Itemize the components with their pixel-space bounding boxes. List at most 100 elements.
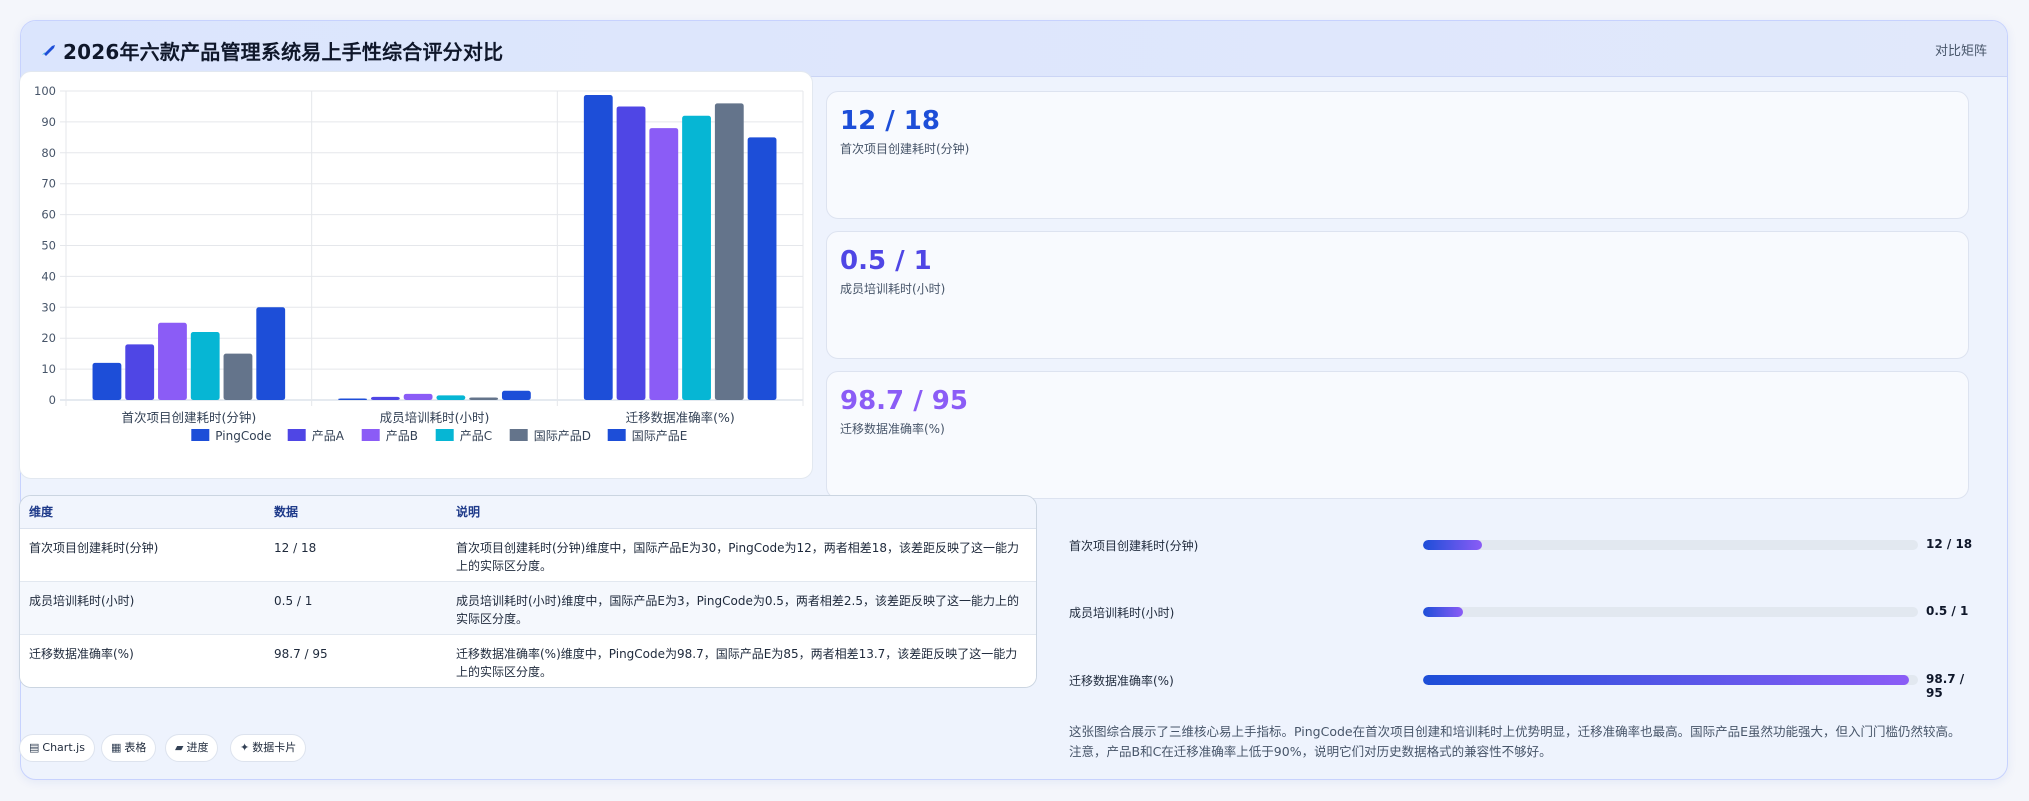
table-header: 数据 [265,496,447,529]
tag-label: 表格 [124,741,147,754]
bar-chart: 0 10 20 30 40 50 60 70 80 90 100 首次项目创建耗时(分钟) 成员培训耗时… [34,84,804,443]
stat-card: 98.7 / 95 迁移数据准确率(%) [826,371,1969,499]
bar [223,353,253,400]
legend-label: 国际产品D [534,429,591,443]
legend-label: 产品C [460,429,492,443]
bar [747,137,777,400]
stat-label: 迁移数据准确率(%) [840,422,945,436]
table-header: 维度 [20,496,265,529]
legend-swatch [287,429,306,441]
bar [158,322,187,400]
legend-swatch [361,429,380,441]
progress-track [1423,675,1918,685]
bar [682,115,711,400]
legend-label: 产品A [312,429,345,443]
y-tick-label: 60 [41,208,56,222]
bar [125,344,155,400]
bar [190,332,220,400]
progress-row: 成员培训耗时(小时) 0.5 / 1 [1069,602,1979,622]
y-tick-label: 10 [41,362,56,376]
table-row: 迁移数据准确率(%) 98.7 / 95 迁移数据准确率(%)维度中，PingC… [20,634,1036,687]
y-tick-label: 20 [41,331,56,345]
tag-label: 数据卡片 [252,741,297,754]
legend-swatch [607,429,626,441]
progress-fill [1423,540,1483,550]
stat-value: 12 / 18 [840,106,940,136]
y-tick-label: 80 [41,146,56,160]
progress-label: 首次项目创建耗时(分钟) [1069,539,1199,553]
legend-label: 国际产品E [632,429,688,443]
y-tick-label: 90 [41,115,56,129]
bar-chart-card: 0 10 20 30 40 50 60 70 80 90 100 首次项目创建耗时(分钟) 成员培训耗时… [19,71,813,479]
data-table: 维度 数据 说明 首次项目创建耗时(分钟) 12 / 18 首次项目创建耗时(分… [20,496,1036,687]
compare-matrix-link[interactable]: 对比矩阵 [1935,40,1987,59]
stat-value: 98.7 / 95 [840,386,968,416]
table-row: 成员培训耗时(小时) 0.5 / 1 成员培训耗时(小时)维度中，国际产品E为3… [20,581,1036,634]
x-tick-label: 成员培训耗时(小时) [380,410,490,425]
legend-swatch [191,429,210,441]
tag-chartjs[interactable]: ▤ Chart.js [19,734,95,762]
table-cell: 12 / 18 [274,540,317,555]
x-tick-label: 首次项目创建耗时(分钟) [121,410,256,425]
bar [583,95,613,400]
table-icon: ▦ [111,741,122,754]
x-tick-label: 迁移数据准确率(%) [626,410,735,425]
legend-label: 产品B [386,429,418,443]
progress-label: 迁移数据准确率(%) [1069,674,1174,688]
y-tick-label: 0 [49,393,56,407]
table-cell: 迁移数据准确率(%) [29,646,134,661]
table-cell: 迁移数据准确率(%)维度中，PingCode为98.7，国际产品E为85，两者相… [456,646,1018,679]
table-cell: 成员培训耗时(小时)维度中，国际产品E为3，PingCode为0.5，两者相差2… [456,593,1020,626]
bar [370,396,400,400]
card-icon: ✦ [240,741,250,754]
bar [501,390,531,400]
progress-fill [1423,607,1463,617]
progress-row: 迁移数据准确率(%) 98.7 / 95 [1069,670,1979,700]
rocket-icon [42,45,55,56]
y-tick-label: 100 [34,84,56,98]
table-cell: 98.7 / 95 [274,646,328,661]
stat-card: 0.5 / 1 成员培训耗时(小时) [826,231,1969,359]
data-table-card: 维度 数据 说明 首次项目创建耗时(分钟) 12 / 18 首次项目创建耗时(分… [19,495,1037,688]
bar [256,307,286,400]
progress-fill [1423,675,1910,685]
tag-progress[interactable]: ▰ 进度 [165,734,219,762]
progress-value: 0.5 / 1 [1926,604,1969,618]
table-header: 说明 [447,496,1036,529]
progress-value: 12 / 18 [1926,537,1973,551]
bar [403,393,433,400]
summary-text: 这张图综合展示了三维核心易上手指标。PingCode在首次项目创建和培训耗时上优… [1069,724,1961,759]
bar [616,106,646,400]
stat-label: 首次项目创建耗时(分钟) [840,142,970,156]
tag-table[interactable]: ▦ 表格 [101,734,157,762]
page-title: 2026年六款产品管理系统易上手性综合评分对比 [63,40,504,64]
tag-datacard[interactable]: ✦ 数据卡片 [230,734,307,762]
y-tick-label: 40 [41,269,56,283]
table-cell: 0.5 / 1 [274,593,313,608]
tag-label: 进度 [186,741,209,754]
stat-value: 0.5 / 1 [840,246,932,276]
bar [469,397,499,400]
y-tick-label: 30 [41,300,56,314]
progress-track [1423,540,1918,550]
progress-track [1423,607,1918,617]
progress-row: 首次项目创建耗时(分钟) 12 / 18 [1069,535,1979,555]
bar [92,362,122,400]
tag-label: Chart.js [42,741,85,754]
progress-label: 成员培训耗时(小时) [1069,606,1175,620]
table-row: 首次项目创建耗时(分钟) 12 / 18 首次项目创建耗时(分钟)维度中，国际产… [20,528,1036,581]
stat-card: 12 / 18 首次项目创建耗时(分钟) [826,91,1969,219]
header: 2026年六款产品管理系统易上手性综合评分对比 对比矩阵 [21,21,2007,77]
legend-swatch [509,429,528,441]
legend-label: PingCode [215,429,271,443]
stat-label: 成员培训耗时(小时) [840,282,946,296]
y-tick-label: 70 [41,177,56,191]
y-tick-label: 50 [41,239,56,253]
table-cell: 首次项目创建耗时(分钟) [29,540,159,555]
legend-swatch [435,429,454,441]
bar [436,395,466,400]
bar [338,398,368,400]
table-cell: 首次项目创建耗时(分钟)维度中，国际产品E为30，PingCode为12，两者相… [456,540,1020,573]
chart-icon: ▤ [29,741,40,754]
bar [714,103,744,401]
